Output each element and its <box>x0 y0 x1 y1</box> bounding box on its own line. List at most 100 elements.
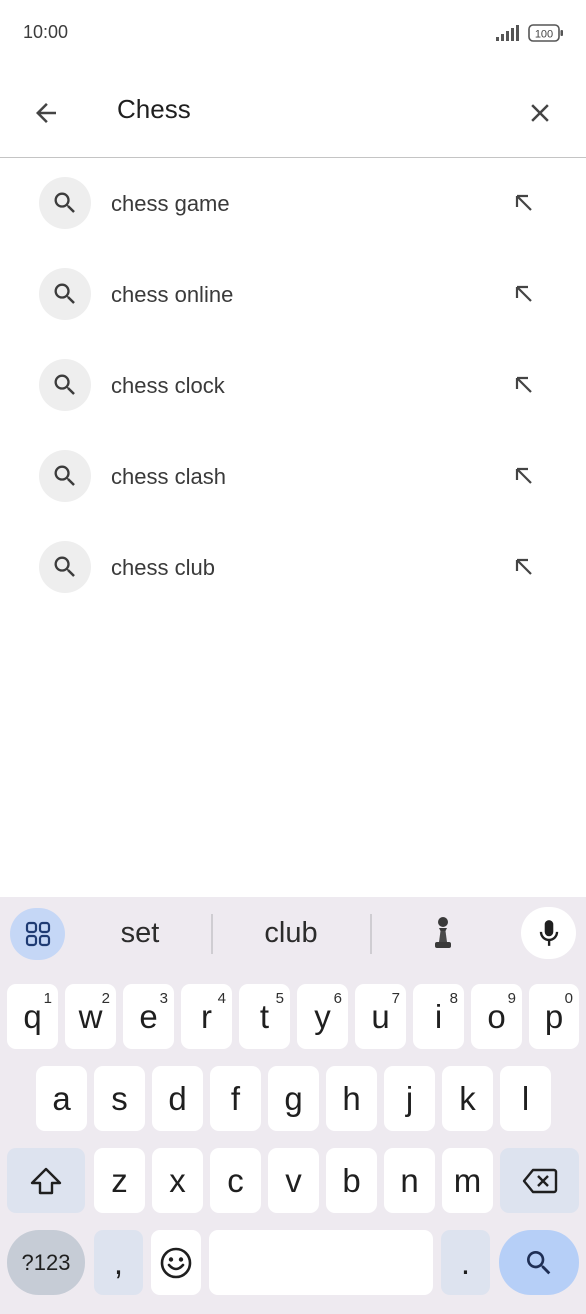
period-key[interactable]: . <box>441 1230 490 1295</box>
voice-input-button[interactable] <box>521 907 576 959</box>
key-number-hint: 0 <box>564 990 573 1007</box>
key-number-hint: 9 <box>507 990 516 1007</box>
suggestion-item[interactable]: chess clock <box>0 340 586 431</box>
battery-level: 100 <box>535 29 553 41</box>
search-icon <box>39 541 91 593</box>
microphone-icon <box>539 920 558 946</box>
key-label: p <box>544 997 564 1035</box>
search-header: Chess <box>0 66 586 158</box>
fill-query-button[interactable] <box>506 276 542 312</box>
key-o[interactable]: o9 <box>471 984 522 1049</box>
key-a[interactable]: a <box>36 1066 87 1131</box>
key-label: q <box>23 997 42 1035</box>
search-input[interactable]: Chess <box>117 94 191 125</box>
fill-query-button[interactable] <box>506 549 542 585</box>
key-label: y <box>314 997 331 1035</box>
keyboard-menu-button[interactable] <box>10 908 65 960</box>
key-number-hint: 2 <box>101 990 110 1007</box>
key-f[interactable]: f <box>210 1066 261 1131</box>
key-number-hint: 5 <box>275 990 284 1007</box>
key-number-hint: 7 <box>391 990 400 1007</box>
key-u[interactable]: u7 <box>355 984 406 1049</box>
key-label: u <box>371 997 390 1035</box>
status-time: 10:00 <box>23 22 69 42</box>
search-submit-key[interactable] <box>499 1230 579 1295</box>
suggestion-label: chess game <box>111 191 230 216</box>
suggestion-item[interactable]: chess clash <box>0 431 586 522</box>
key-z[interactable]: z <box>94 1148 145 1213</box>
key-s[interactable]: s <box>94 1066 145 1131</box>
battery-icon: 100 <box>528 24 564 42</box>
key-j[interactable]: j <box>384 1066 435 1131</box>
keyboard-toolbar: set club <box>0 897 586 973</box>
divider <box>211 914 213 954</box>
arrow-up-left-icon <box>515 558 532 575</box>
key-d[interactable]: d <box>152 1066 203 1131</box>
key-label: r <box>201 997 212 1035</box>
suggestion-label: chess clock <box>111 373 225 398</box>
arrow-up-left-icon <box>515 467 532 484</box>
status-icons: 100 <box>496 22 564 44</box>
divider <box>370 914 372 954</box>
key-label: i <box>434 997 443 1035</box>
grid-icon <box>25 921 50 947</box>
symbols-key[interactable]: ?123 <box>7 1230 85 1295</box>
arrow-up-left-icon <box>515 285 532 302</box>
status-bar: 10:00 100 <box>0 0 586 66</box>
suggestion-item[interactable]: chess online <box>0 249 586 340</box>
comma-key[interactable]: , <box>94 1230 143 1295</box>
key-k[interactable]: k <box>442 1066 493 1131</box>
arrow-up-left-icon <box>515 376 532 393</box>
shift-icon <box>30 1167 62 1194</box>
search-icon <box>39 359 91 411</box>
key-r[interactable]: r4 <box>181 984 232 1049</box>
word-suggestion[interactable]: club <box>241 917 341 950</box>
key-g[interactable]: g <box>268 1066 319 1131</box>
search-icon <box>527 1250 551 1274</box>
key-x[interactable]: x <box>152 1148 203 1213</box>
fill-query-button[interactable] <box>506 185 542 221</box>
backspace-key[interactable] <box>500 1148 579 1213</box>
fill-query-button[interactable] <box>506 367 542 403</box>
space-key[interactable] <box>209 1230 433 1295</box>
key-label: t <box>259 997 270 1035</box>
key-c[interactable]: c <box>210 1148 261 1213</box>
key-b[interactable]: b <box>326 1148 377 1213</box>
back-button[interactable] <box>26 93 66 133</box>
key-y[interactable]: y6 <box>297 984 348 1049</box>
key-q[interactable]: q1 <box>7 984 58 1049</box>
fill-query-button[interactable] <box>506 458 542 494</box>
clear-search-button[interactable] <box>520 93 560 133</box>
key-p[interactable]: p0 <box>529 984 579 1049</box>
chess-pawn-emoji-suggestion[interactable] <box>428 913 458 953</box>
suggestion-item[interactable]: chess club <box>0 522 586 613</box>
chess-pawn-icon <box>435 917 451 948</box>
key-label: w <box>78 997 103 1035</box>
key-h[interactable]: h <box>326 1066 377 1131</box>
emoji-key[interactable] <box>151 1230 201 1295</box>
key-v[interactable]: v <box>268 1148 319 1213</box>
suggestion-label: chess club <box>111 555 215 580</box>
key-number-hint: 8 <box>449 990 458 1007</box>
arrow-back-icon <box>36 103 56 123</box>
key-i[interactable]: i8 <box>413 984 464 1049</box>
key-n[interactable]: n <box>384 1148 435 1213</box>
key-e[interactable]: e3 <box>123 984 174 1049</box>
search-icon <box>39 450 91 502</box>
key-label: e <box>139 997 158 1035</box>
suggestion-label: chess online <box>111 282 234 307</box>
key-number-hint: 3 <box>159 990 168 1007</box>
arrow-up-left-icon <box>515 194 532 211</box>
key-number-hint: 6 <box>333 990 342 1007</box>
suggestion-item[interactable]: chess game <box>0 158 586 249</box>
key-w[interactable]: w2 <box>65 984 116 1049</box>
key-l[interactable]: l <box>500 1066 551 1131</box>
key-m[interactable]: m <box>442 1148 493 1213</box>
shift-key[interactable] <box>7 1148 85 1213</box>
suggestion-label: chess clash <box>111 464 226 489</box>
key-t[interactable]: t5 <box>239 984 290 1049</box>
keyboard: set club q1 w2 e3 r4 t5 y6 u7 i8 o9 p0 a <box>0 897 586 1314</box>
close-icon <box>531 104 549 122</box>
word-suggestion[interactable]: set <box>100 917 180 950</box>
backspace-icon <box>522 1168 557 1193</box>
